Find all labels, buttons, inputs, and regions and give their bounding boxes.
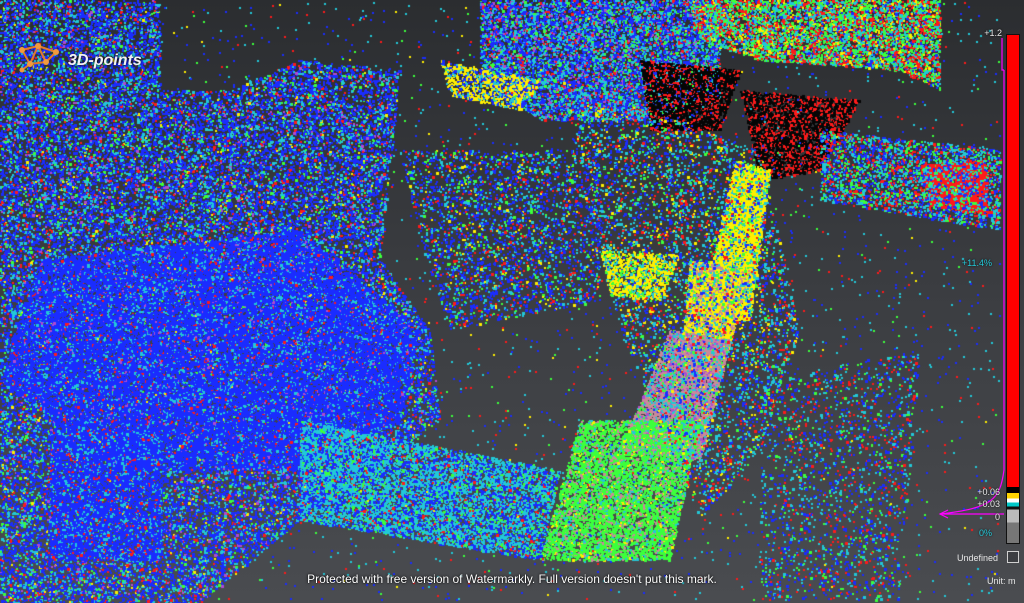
point-cloud-viewport[interactable] — [0, 0, 1024, 603]
color-scale-bar — [1006, 34, 1020, 544]
watermark-text: Protected with free version of Watermark… — [307, 572, 717, 586]
scale-bottom-percent: 0% — [978, 528, 992, 538]
undefined-label: Undefined — [957, 553, 999, 563]
scale-tick-upper: +0.06 — [977, 487, 1000, 497]
histogram-curve — [938, 38, 1005, 519]
scale-tick-lower: +0.03 — [977, 499, 1000, 509]
network-nodes-icon — [16, 42, 62, 79]
scale-tick-zero: 0 — [994, 512, 1000, 522]
undefined-swatch — [1007, 551, 1019, 563]
scale-mid-percent: +11.4% — [961, 258, 992, 268]
scale-top-label: +1.2 — [984, 28, 1002, 38]
logo-text: 3D-points — [68, 51, 142, 69]
point-cloud-canvas[interactable] — [0, 0, 1024, 603]
app-logo: 3D-points — [16, 42, 142, 79]
